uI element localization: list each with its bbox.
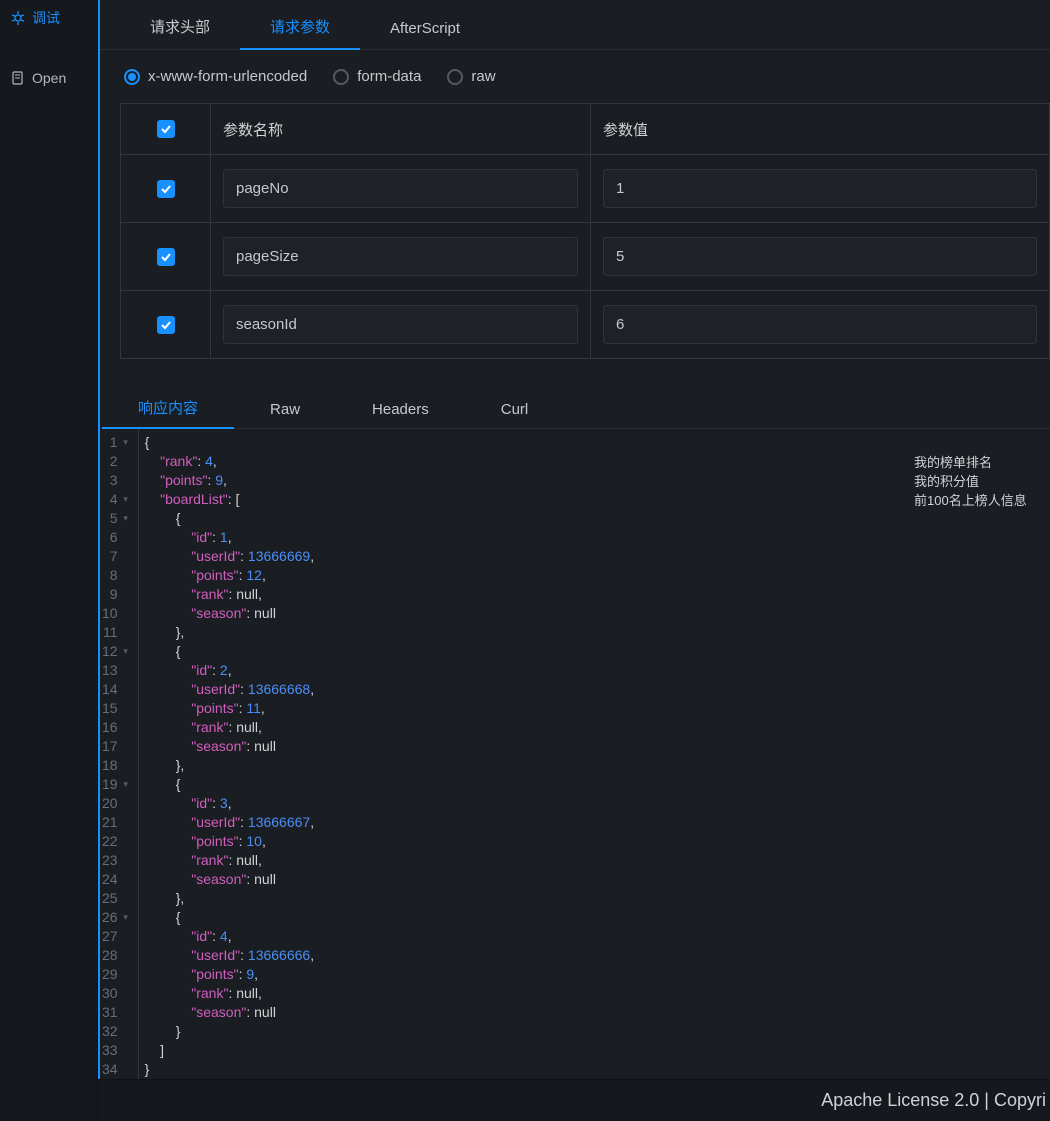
tab-request-headers[interactable]: 请求头部 — [120, 4, 240, 49]
param-name-input[interactable] — [223, 305, 578, 344]
table-row — [121, 291, 1050, 358]
param-name-input[interactable] — [223, 237, 578, 276]
annotation-column: 我的榜单排名我的积分值前100名上榜人信息 — [910, 429, 1050, 1121]
sidebar-item-label: Open — [32, 70, 66, 86]
radio-raw[interactable]: raw — [447, 68, 495, 85]
radio-label: raw — [471, 68, 495, 85]
param-value-input[interactable] — [603, 305, 1037, 344]
response-editor[interactable]: 1▾234▾5▾6789101112▾13141516171819▾202122… — [100, 429, 1050, 1121]
tab-request-params[interactable]: 请求参数 — [240, 4, 360, 49]
radio-formdata[interactable]: form-data — [333, 68, 421, 85]
checkbox[interactable] — [157, 248, 175, 266]
tab-afterscript[interactable]: AfterScript — [360, 8, 490, 49]
tab-response-curl[interactable]: Curl — [465, 391, 565, 428]
main-panel: 请求头部 请求参数 AfterScript x-www-form-urlenco… — [98, 0, 1050, 1121]
bug-icon — [10, 10, 26, 26]
sidebar-item-label: 调试 — [32, 8, 60, 28]
request-tabs: 请求头部 请求参数 AfterScript — [100, 0, 1050, 50]
table-row — [121, 223, 1050, 291]
checkbox[interactable] — [157, 316, 175, 334]
response-tabs: 响应内容 Raw Headers Curl — [100, 385, 1050, 429]
sidebar-item-open[interactable]: Open — [0, 64, 97, 92]
radio-label: form-data — [357, 68, 421, 85]
sidebar: 调试 Open — [0, 0, 98, 1121]
line-gutter: 1▾234▾5▾6789101112▾13141516171819▾202122… — [100, 429, 138, 1121]
checkbox[interactable] — [157, 180, 175, 198]
file-icon — [10, 70, 26, 86]
tab-response-headers[interactable]: Headers — [336, 391, 465, 428]
radio-urlencoded[interactable]: x-www-form-urlencoded — [124, 68, 307, 85]
param-value-input[interactable] — [603, 237, 1037, 276]
radio-label: x-www-form-urlencoded — [148, 68, 307, 85]
table-row — [121, 155, 1050, 223]
body-type-radio-group: x-www-form-urlencoded form-data raw — [100, 50, 1050, 103]
params-table: 参数名称 参数值 — [120, 103, 1050, 359]
column-header-value: 参数值 — [591, 104, 1050, 154]
code-body[interactable]: { "rank": 4, "points": 9, "boardList": [… — [138, 429, 910, 1121]
param-name-input[interactable] — [223, 169, 578, 208]
param-value-input[interactable] — [603, 169, 1037, 208]
footer-bar: Apache License 2.0 | Copyri — [98, 1079, 1050, 1121]
footer-text: Apache License 2.0 | Copyri — [821, 1090, 1046, 1111]
column-header-name: 参数名称 — [211, 104, 591, 154]
checkbox-all[interactable] — [157, 120, 175, 138]
table-header-row: 参数名称 参数值 — [121, 104, 1050, 155]
tab-response-body[interactable]: 响应内容 — [102, 387, 234, 428]
sidebar-item-debug[interactable]: 调试 — [0, 2, 97, 34]
tab-response-raw[interactable]: Raw — [234, 391, 336, 428]
